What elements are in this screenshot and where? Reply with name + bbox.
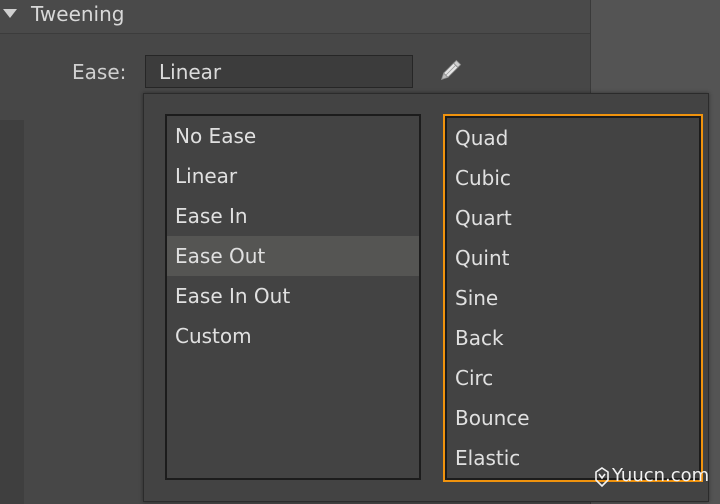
list-item-sine[interactable]: Sine [447,278,699,318]
section-title: Tweening [31,2,125,26]
ease-type-list: No Ease Linear Ease In Ease Out Ease In … [165,114,421,480]
pencil-icon[interactable] [436,58,464,84]
ease-dropdown-popup: No Ease Linear Ease In Ease Out Ease In … [143,93,709,502]
list-item-ease-out[interactable]: Ease Out [167,236,419,276]
list-item-no-ease[interactable]: No Ease [167,116,419,156]
list-item-ease-in-out[interactable]: Ease In Out [167,276,419,316]
list-item-back[interactable]: Back [447,318,699,358]
ease-function-list: Quad Cubic Quart Quint Sine Back Circ Bo… [443,114,703,482]
list-item-quint[interactable]: Quint [447,238,699,278]
triangle-down-icon[interactable] [3,9,17,18]
ease-label: Ease: [72,60,127,84]
ease-function-list-inner: Quad Cubic Quart Quint Sine Back Circ Bo… [445,116,701,480]
ease-select-value: Linear [159,60,222,84]
watermark-text: Yuucn.com [612,465,710,486]
ease-select[interactable]: Linear [145,55,413,88]
list-item-bounce[interactable]: Bounce [447,398,699,438]
panel-left-strip [0,120,24,504]
list-item-ease-in[interactable]: Ease In [167,196,419,236]
logo-icon [595,467,609,487]
watermark: Yuucn.com [594,462,720,492]
list-item-cubic[interactable]: Cubic [447,158,699,198]
list-item-circ[interactable]: Circ [447,358,699,398]
list-item-quad[interactable]: Quad [447,118,699,158]
list-item-custom[interactable]: Custom [167,316,419,356]
tweening-section-header[interactable]: Tweening [0,0,590,34]
list-item-quart[interactable]: Quart [447,198,699,238]
list-item-linear[interactable]: Linear [167,156,419,196]
